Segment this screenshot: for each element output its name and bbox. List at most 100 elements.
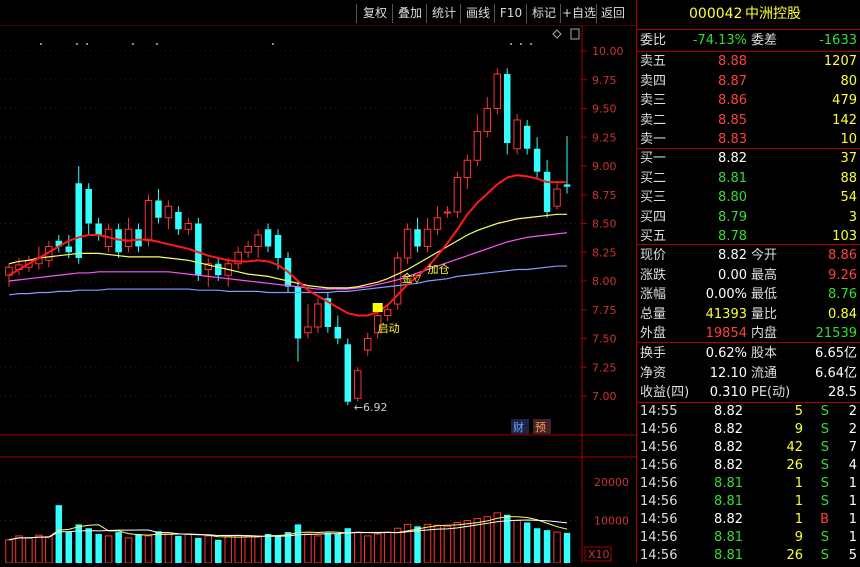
finance-label-2: 股本 [751,346,778,361]
finance-label: 换手 [640,346,667,361]
volume-bar [55,505,63,563]
kline-chart[interactable]: 10.00 9.75 9.50 9.25 9.00 8.75 8.50 8.25 8.00 7.7… [0,24,636,564]
quote-value-2: 21539 [815,326,857,341]
bid-row-3: 买四 8.79 3 [637,208,860,227]
candle-body [304,326,312,334]
candle-body [314,303,322,328]
tick-price: 8.82 [714,512,743,527]
bid-label: 买二 [640,170,667,186]
price-tick-label: 7.50 [592,333,617,346]
volume-bar [393,527,402,564]
tick-time: 14:56 [640,458,678,473]
volume-bar [124,537,133,564]
candle-body [433,217,442,230]
ask-price: 8.86 [718,93,747,108]
tick-count: 7 [848,440,857,455]
quote-label: 总量 [640,306,667,322]
price-tick-label: 7.25 [592,361,617,374]
divider [637,244,860,245]
marker-dot [86,43,88,45]
tick-price: 8.82 [714,422,743,437]
yu-badge: 预 [535,421,546,434]
quote-row-0: 现价 8.82 今开 8.86 [637,246,860,265]
bid-volume: 88 [840,170,857,186]
volume-bar [493,512,502,564]
toolbar-button-1[interactable]: 叠加 [392,4,427,23]
cai-badge: 财 [513,420,524,434]
candle-body [483,108,492,132]
marker-dot [76,43,78,45]
volume-bar [35,534,43,564]
quote-row-2: 涨幅 0.00% 最低 8.76 [637,285,860,304]
quote-label-2: 今开 [751,248,778,263]
start-marker [372,303,383,312]
ask-volume: 80 [840,73,857,89]
candle-body [414,229,421,247]
tick-side: S [820,458,829,473]
diamond-icon [552,29,562,39]
candle-body [453,177,462,213]
weicha-label: 委差 [751,33,778,48]
price-tick-label: 9.25 [592,131,617,144]
candle-body [523,125,531,149]
candle-body [493,73,502,109]
quote-label: 外盘 [640,326,667,341]
price-tick-label: 8.25 [592,246,617,259]
ask-label: 卖一 [640,132,667,147]
toolbar-button-6[interactable]: +自选 [560,4,597,23]
volume-bar [274,535,282,563]
finance-label-2: 流通 [751,365,778,381]
tick-volume: 1 [794,512,803,527]
volume-bar [224,536,232,564]
finance-label: 净资 [640,365,667,381]
weibi-label: 委比 [640,33,667,48]
ask-row-3: 卖二 8.85 142 [637,111,860,130]
quote-panel: 000042 中洲控股 委比 -74.13% 委差 -1633 卖五 8.88 1207 卖四… [636,0,860,563]
volume-bar [563,532,571,563]
quote-label: 现价 [640,248,667,263]
candle-body [195,223,202,276]
divider [637,342,860,343]
toolbar-button-5[interactable]: 标记 [526,4,561,23]
tick-row: 14:56 8.81 9 S 1 [637,529,860,547]
volume-bar [85,528,92,563]
gold-cross-label: 金▽ [402,271,422,285]
volume-bar [175,535,182,563]
volume-bar [503,514,511,563]
stock-code: 000042 [689,6,743,22]
toolbar-button-2[interactable]: 统计 [426,4,461,23]
toolbar-button-7[interactable]: 返回 [596,4,629,23]
tick-time: 14:56 [640,548,678,563]
candle-body [274,235,282,258]
candle-body [144,200,153,242]
tick-count: 2 [848,422,857,437]
toolbar-button-4[interactable]: F10 [494,4,527,23]
toolbar-button-3[interactable]: 画线 [460,4,495,23]
tick-count: 4 [848,458,857,473]
candle-body [135,229,142,247]
tick-volume: 26 [786,548,803,563]
tick-time: 14:56 [640,422,678,437]
tick-price: 8.81 [714,530,743,545]
bid-row-2: 买三 8.80 54 [637,188,860,207]
finance-value: 12.10 [709,365,747,381]
price-tick-label: 9.75 [592,74,617,87]
kline-chart-svg[interactable]: 10.00 9.75 9.50 9.25 9.00 8.75 8.50 8.25 8.00 7.7… [0,24,636,564]
price-tick-label: 8.50 [592,218,617,231]
volume-bar [25,537,33,564]
ask-volume: 142 [832,112,857,128]
toolbar-button-0[interactable]: 复权 [356,4,393,23]
quote-value: 19854 [705,326,747,341]
candle-body [543,171,551,212]
candle-body [75,183,82,258]
weicha-value: -1633 [819,33,857,48]
bid-volume: 37 [840,151,857,166]
bid-label: 买三 [640,190,667,205]
volume-bar [155,531,162,563]
tick-count: 2 [848,404,857,419]
candle-body [244,246,252,253]
volume-bar [45,536,53,564]
candle-body [553,188,561,207]
tick-side: S [820,404,829,419]
volume-bar [513,520,521,564]
